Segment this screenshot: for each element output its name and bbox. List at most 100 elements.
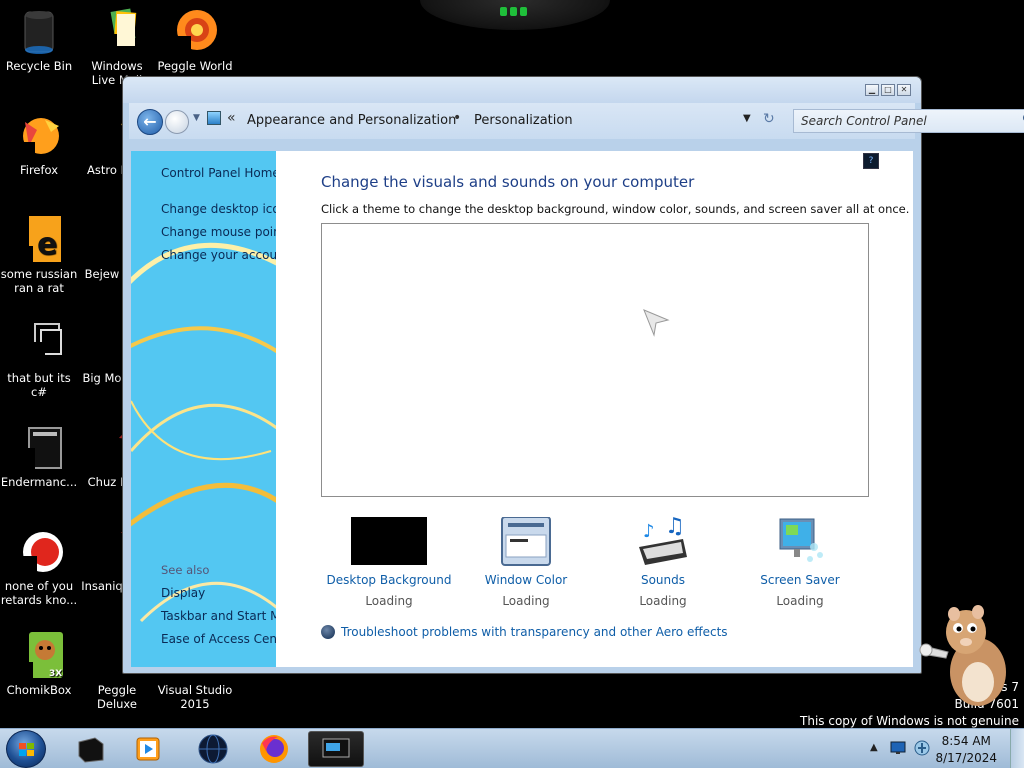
personalization-window[interactable]: ▁ □ ✕ ← ▼ « Appearance and Personalizati…: [122, 76, 1024, 674]
taskbar: ▲ 8:54 AM 8/17/2024: [0, 728, 1024, 768]
clock-time: 8:54 AM: [941, 734, 991, 748]
screen-saver-link[interactable]: Screen Saver: [735, 573, 865, 587]
start-button[interactable]: [6, 730, 46, 768]
maximize-button[interactable]: □: [881, 84, 895, 96]
content-pane: ? Change the visuals and sounds on your …: [276, 151, 913, 667]
address-bar: ← ▼ « Appearance and Personalization • P…: [129, 103, 1024, 139]
top-device-glow: [420, 0, 610, 30]
sidebar-link-change-account-picture[interactable]: Change your account picture: [161, 248, 276, 262]
terminal-app-icon: [15, 424, 63, 472]
taskbar-item-media-player[interactable]: [120, 731, 176, 767]
desktop-icon-label: Peggle Deluxe: [97, 683, 137, 711]
window-color-link[interactable]: Window Color: [461, 573, 591, 587]
taskbar-item-control-panel[interactable]: [308, 731, 364, 767]
system-tray: ▲ 8:54 AM 8/17/2024: [868, 729, 1024, 768]
window-color-status: Loading: [502, 594, 550, 608]
breadcrumb-appearance[interactable]: Appearance and Personalization: [247, 113, 456, 128]
troubleshoot-label: Troubleshoot problems with transparency …: [341, 625, 728, 639]
screen-saver-tool[interactable]: Screen Saver Loading: [735, 517, 865, 608]
page-subtitle: Click a theme to change the desktop back…: [321, 202, 910, 216]
windows-flag-icon: [19, 743, 34, 756]
taskbar-item-firefox[interactable]: [246, 731, 302, 767]
desktop-icon-label: Firefox: [19, 163, 59, 177]
media-player-icon: [136, 737, 160, 761]
globe-icon: [198, 734, 228, 764]
desktop-icon-chomikbox[interactable]: 3X ChomikBox: [0, 632, 78, 697]
desktop-icon-label: none of you retards kno...: [0, 579, 78, 607]
desktop-icon-none-of-you[interactable]: none of you retards kno...: [0, 528, 78, 607]
page-title: Change the visuals and sounds on your co…: [321, 173, 695, 191]
screen-saver-icon: [762, 517, 838, 567]
desktop-icon-label: that but its c#: [7, 371, 71, 399]
desktop-icon-label: Recycle Bin: [5, 59, 73, 73]
desktop-icon-that-but-its-csharp[interactable]: that but its c#: [0, 320, 78, 399]
desktop-background-link[interactable]: Desktop Background: [324, 573, 454, 587]
firefox-icon: [260, 735, 288, 763]
desktop-icon-recycle-bin[interactable]: Recycle Bin: [0, 8, 78, 73]
task-pane: Control Panel Home Change desktop icons …: [131, 151, 276, 667]
peggle-world-icon: [171, 8, 219, 56]
security-shield-icon[interactable]: [914, 740, 930, 756]
taskbar-item-globe[interactable]: [185, 731, 241, 767]
sidebar-link-taskbar-start-menu[interactable]: Taskbar and Start Menu: [161, 609, 276, 623]
control-panel-icon: [207, 111, 221, 125]
minimize-button[interactable]: ▁: [865, 84, 879, 96]
sidebar-link-display[interactable]: Display: [161, 586, 205, 600]
help-icon[interactable]: ?: [863, 153, 879, 169]
network-icon[interactable]: [890, 741, 906, 755]
firefox-icon: [15, 112, 63, 160]
title-bar[interactable]: ▁ □ ✕: [123, 77, 921, 103]
window-color-icon: [488, 516, 564, 567]
refresh-icon[interactable]: ↻: [763, 111, 775, 127]
svg-text:♪: ♪: [643, 521, 655, 542]
show-hidden-icons-icon[interactable]: ▲: [870, 742, 878, 753]
screen-saver-status: Loading: [776, 594, 824, 608]
taskbar-item-black-box[interactable]: [62, 731, 118, 767]
back-button[interactable]: ←: [137, 109, 163, 135]
chomikbox-icon: 3X: [15, 632, 63, 680]
recycle-bin-icon: [15, 8, 63, 56]
windows-live-mail-icon: [93, 8, 141, 56]
clock-date: 8/17/2024: [935, 751, 997, 765]
sidebar-link-change-desktop-icons[interactable]: Change desktop icons: [161, 202, 276, 216]
desktop-icon-some-russian[interactable]: e some russian ran a rat: [0, 216, 78, 295]
control-panel-window-icon: [322, 738, 350, 758]
sidebar-link-ease-of-access[interactable]: Ease of Access Center: [161, 632, 276, 646]
breadcrumb-personalization[interactable]: Personalization: [474, 113, 573, 128]
desktop-background-tool[interactable]: Desktop Background Loading: [324, 517, 454, 608]
troubleshoot-icon: [321, 625, 335, 639]
sounds-tool[interactable]: ♪ ♫ Sounds Loading: [598, 514, 728, 608]
theme-list[interactable]: [321, 223, 869, 497]
forward-button[interactable]: [165, 110, 189, 134]
svg-text:e: e: [37, 227, 57, 262]
desktop-icon-peggle-world[interactable]: Peggle World: [156, 8, 234, 73]
close-button[interactable]: ✕: [897, 84, 911, 96]
search-input[interactable]: Search Control Panel ⚲: [793, 109, 1024, 133]
sidebar-link-control-panel-home[interactable]: Control Panel Home: [161, 166, 276, 180]
search-placeholder: Search Control Panel: [801, 114, 927, 128]
clock[interactable]: 8:54 AM 8/17/2024: [935, 733, 997, 767]
desktop-icon-label: Visual Studio 2015: [157, 683, 233, 711]
sounds-status: Loading: [639, 594, 687, 608]
troubleshoot-aero-link[interactable]: Troubleshoot problems with transparency …: [321, 625, 728, 639]
mouse-pointer-icon: [643, 309, 670, 337]
desktop-icon-label: some russian ran a rat: [0, 267, 78, 295]
opera-like-icon: [15, 528, 63, 576]
address-dropdown-icon[interactable]: ▼: [743, 113, 751, 124]
sounds-icon: ♪ ♫: [625, 514, 701, 567]
desktop-icon-label: Peggle World: [157, 59, 233, 73]
hamster-sticker: [919, 605, 1006, 706]
window-color-tool[interactable]: Window Color Loading: [461, 516, 591, 608]
ie-shortcut-icon: e: [15, 216, 63, 264]
show-desktop-button[interactable]: [1010, 729, 1024, 768]
black-box-app-icon: [78, 737, 104, 763]
sounds-link[interactable]: Sounds: [598, 573, 728, 587]
breadcrumb-separator: •: [453, 110, 462, 126]
desktop-background-status: Loading: [365, 594, 413, 608]
sidebar-link-change-mouse-pointers[interactable]: Change mouse pointers: [161, 225, 276, 239]
generic-file-icon: [15, 320, 63, 368]
desktop-icon-endermanch[interactable]: Endermanc...: [0, 424, 78, 489]
desktop-icon-firefox[interactable]: Firefox: [0, 112, 78, 177]
recent-pages-dropdown[interactable]: ▼: [193, 113, 200, 123]
breadcrumb-chevron-icon[interactable]: «: [227, 110, 236, 126]
